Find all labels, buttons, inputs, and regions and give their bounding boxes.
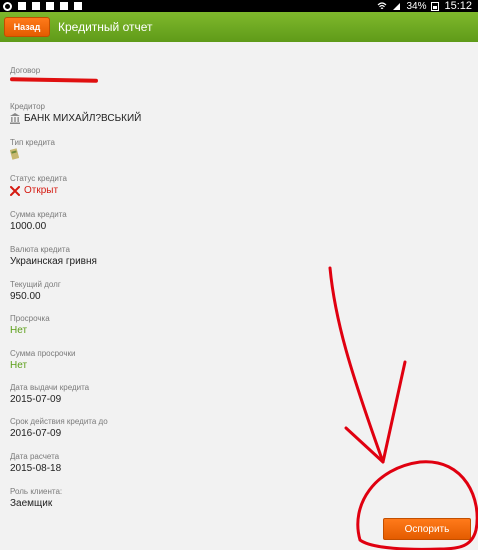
bank-icon [10,113,20,124]
field-creditor: Кредитор БАНК МИХАЙЛ?ВСЬКИЙ [10,102,141,125]
credit-amount-value: 1000.00 [10,221,47,232]
page-title: Кредитный отчет [58,20,153,34]
image-icon [46,2,54,10]
creditor-value: БАНК МИХАЙЛ?ВСЬКИЙ [24,113,142,124]
back-button[interactable]: Назад [4,17,50,37]
field-current-debt: Текущий долг 950.00 [10,280,61,303]
issue-date-value: 2015-07-09 [10,394,62,405]
status-right: 34% 15:12 [377,0,472,12]
status-bar: 34% 15:12 [0,0,478,12]
field-issue-date: Дата выдачи кредита 2015-07-09 [10,383,89,406]
due-date-label: Срок действия кредита до [10,417,108,426]
credit-currency-label: Валюта кредита [10,245,70,254]
creditor-row: БАНК МИХАЙЛ?ВСЬКИЙ [10,112,141,125]
signal-icon [393,2,401,10]
close-x-icon [10,185,20,196]
field-calc-date: Дата расчета 2015-08-18 [10,452,61,475]
overdue-value: Нет [10,325,28,336]
issue-date-label: Дата выдачи кредита [10,383,90,392]
notification-icons [3,0,82,12]
upload-icon [18,2,26,10]
overdue-amount-value: Нет [10,360,28,371]
battery-icon [431,1,440,11]
annotation-arrow [328,266,385,464]
client-role-label: Роль клиента: [10,487,63,496]
calc-date-label: Дата расчета [10,452,60,461]
contract-label: Договор [10,66,41,75]
field-contract: Договор [9,66,99,83]
field-credit-amount: Сумма кредита 1000.00 [10,210,67,233]
app-bar: Назад Кредитный отчет [0,12,478,42]
overdue-label: Просрочка [10,314,50,323]
due-date-value: 2016-07-09 [10,428,62,439]
sync-icon [3,1,12,11]
credit-status-value: Открыт [24,185,59,196]
annotation-arrowhead [344,360,407,464]
current-debt-label: Текущий долг [10,280,61,289]
dispute-button[interactable]: Оспорить [383,518,471,540]
credit-type-icon [10,148,19,160]
field-credit-status: Статус кредита Открыт [10,174,67,197]
battery-percent: 34% [406,0,427,12]
field-credit-currency: Валюта кредита Украинская гривня [10,245,97,268]
credit-status-row: Открыт [10,184,67,197]
creditor-label: Кредитор [10,102,45,111]
credit-currency-value: Украинская гривня [10,256,97,267]
field-overdue: Просрочка Нет [10,314,50,337]
field-credit-type: Тип кредита [10,138,55,160]
redaction-mark [9,77,99,83]
current-debt-value: 950.00 [10,291,41,302]
credit-type-label: Тип кредита [10,138,55,147]
field-overdue-amount: Сумма просрочки Нет [10,349,75,372]
credit-status-label: Статус кредита [10,174,67,183]
overdue-amount-label: Сумма просрочки [10,349,76,358]
field-due-date: Срок действия кредита до 2016-07-09 [10,417,108,440]
client-role-value: Заемщик [10,498,53,509]
clock: 15:12 [444,0,472,12]
field-client-role: Роль клиента: Заемщик [10,487,62,510]
wifi-icon [378,1,387,9]
credit-type-row [10,148,55,160]
download-icon [32,2,40,10]
credit-amount-label: Сумма кредита [10,210,67,219]
annotation-overlay [328,266,478,550]
calc-date-value: 2015-08-18 [10,463,62,474]
app-notification-icon [74,2,82,10]
mail-icon [60,2,68,10]
